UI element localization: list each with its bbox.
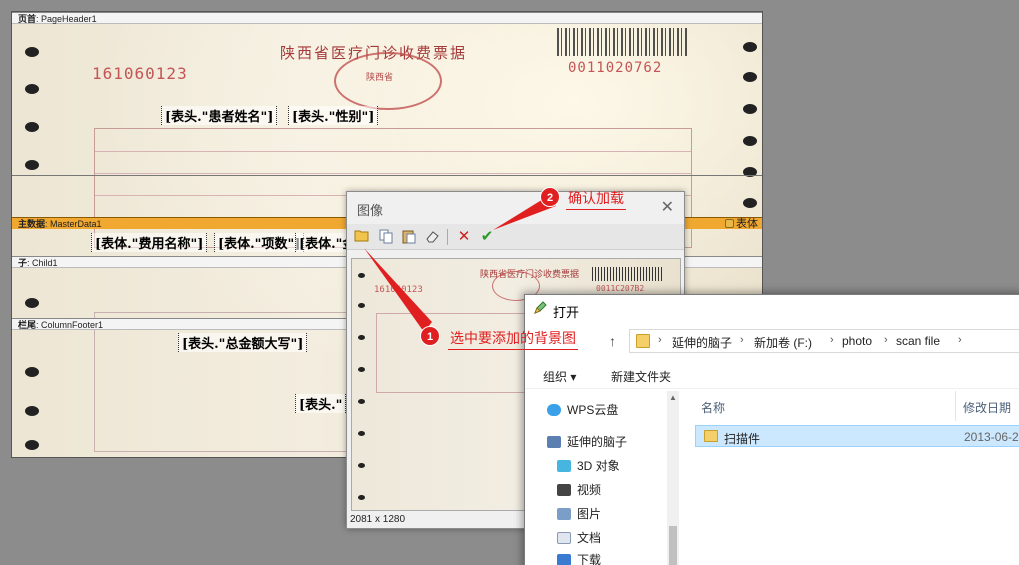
image-toolbar: ✕ ✔ [347,224,684,250]
sprocket-hole [25,406,39,416]
nav-item-videos[interactable]: 视频 [557,481,601,498]
sprocket-hole [358,463,365,468]
film-icon [557,484,571,496]
annotation-badge-1: 1 [420,326,440,346]
chevron-right-icon[interactable]: › [958,334,962,346]
sprocket-hole [358,273,365,278]
sprocket-hole [25,122,39,132]
file-modified-date: 2013-06-2 [964,430,1019,444]
preview-serial-left: 161060123 [374,285,423,295]
serial-number-right: 0011020762 [568,60,663,76]
table-tag[interactable]: 表体 [725,218,758,230]
serial-number-left: 161060123 [92,64,188,83]
chevron-right-icon[interactable]: › [884,334,888,346]
barcode [557,28,687,56]
nav-item-downloads[interactable]: 下载 [557,551,601,565]
field-patient-name[interactable]: [表头."患者姓名"] [161,106,278,125]
file-name: 扫描件 [724,432,761,446]
column-header-modified[interactable]: 修改日期 [963,399,1011,416]
file-list: 名称 修改日期 扫描件 2013-06-2 [687,391,1019,565]
sprocket-hole [743,42,757,52]
sprocket-hole [358,495,365,500]
sprocket-hole [743,104,757,114]
field-total-amount-caps[interactable]: [表头."总金额大写"] [178,333,308,352]
cloud-icon [547,404,561,416]
command-bar: 组织 ▾ 新建文件夹 [525,361,1019,389]
sprocket-hole [743,198,757,208]
nav-item-documents[interactable]: 文档 [557,529,601,546]
database-icon [725,219,734,228]
breadcrumb-item[interactable]: scan file [896,334,940,348]
scroll-up-icon[interactable]: ▲ [669,393,677,402]
computer-icon [547,436,561,448]
nav-item-wps-cloud[interactable]: WPS云盘 [547,401,618,418]
band-separator [12,175,762,176]
annotation-badge-2: 2 [540,187,560,207]
document-icon [557,532,571,544]
sprocket-hole [25,84,39,94]
sprocket-hole [25,47,39,57]
annotation-text-1: 选中要添加的背景图 [448,328,578,350]
cube-icon [557,460,571,472]
seal-text: 陕西省 [366,72,394,82]
column-divider[interactable] [955,391,956,421]
nav-scrollbar[interactable]: ▲ [667,391,679,565]
band-page-header[interactable]: 页首: PageHeader1 [12,12,762,24]
sprocket-hole [743,136,757,146]
field-fee-name[interactable]: [表体."费用名称"] [91,233,208,252]
chevron-right-icon[interactable]: › [740,334,744,346]
download-icon [557,554,571,565]
sprocket-hole [25,367,39,377]
sprocket-hole [358,367,365,372]
breadcrumb-item[interactable]: photo [842,334,872,348]
close-icon[interactable]: ✕ [661,197,674,217]
sprocket-hole [358,431,365,436]
address-bar: ↑ › 延伸的脑子 › 新加卷 (F:) › photo › scan file… [525,329,1019,355]
field-header-partial[interactable]: [表头." [295,394,347,413]
sprocket-hole [25,160,39,170]
sprocket-hole [358,399,365,404]
picture-icon [557,508,571,520]
folder-icon [704,430,718,442]
breadcrumb-item[interactable]: 延伸的脑子 [672,334,732,351]
annotation-text-2: 确认加载 [566,188,626,210]
open-folder-icon[interactable] [353,228,371,246]
paste-icon[interactable] [400,228,418,246]
open-dialog-title: 打开 [553,305,580,320]
field-gender[interactable]: [表头."性别"] [288,106,379,125]
sprocket-hole [743,72,757,82]
navigation-pane: WPS云盘 延伸的脑子 3D 对象 视频 图片 文档 下载 [525,391,679,565]
image-dialog-title: 图像 [357,203,384,218]
organize-button[interactable]: 组织 ▾ [543,368,576,385]
pen-icon [533,301,547,318]
preview-serial-right: 0011C207B2 [596,284,645,293]
delete-icon[interactable]: ✕ [455,228,473,246]
sprocket-hole [358,335,365,340]
sprocket-hole [358,303,365,308]
chevron-right-icon[interactable]: › [658,334,662,346]
nav-item-this-pc[interactable]: 延伸的脑子 [547,433,627,450]
chevron-right-icon[interactable]: › [830,334,834,346]
open-file-dialog[interactable]: 打开 ↑ › 延伸的脑子 › 新加卷 (F:) › photo › scan f… [524,294,1019,565]
toolbar-separator [447,229,448,245]
sprocket-hole [25,298,39,308]
folder-icon [636,334,650,348]
address-box[interactable]: › 延伸的脑子 › 新加卷 (F:) › photo › scan file › [629,329,1019,353]
copy-icon[interactable] [377,228,395,246]
breadcrumb-item[interactable]: 新加卷 (F:) [754,334,812,351]
column-header-name[interactable]: 名称 [701,399,725,416]
eraser-icon[interactable] [423,228,441,246]
new-folder-button[interactable]: 新建文件夹 [611,368,671,385]
nav-item-3d-objects[interactable]: 3D 对象 [557,457,620,474]
image-size-status: 2081 x 1280 [350,514,406,525]
arrow-up-icon[interactable]: ↑ [609,333,616,349]
sprocket-hole [25,440,39,450]
nav-item-pictures[interactable]: 图片 [557,505,601,522]
confirm-check-icon[interactable]: ✔ [478,228,496,246]
barcode [592,267,662,281]
file-row-selected[interactable]: 扫描件 2013-06-2 [695,425,1019,447]
field-item-count[interactable]: [表体."项数"] [214,233,305,252]
scroll-thumb[interactable] [669,526,677,565]
